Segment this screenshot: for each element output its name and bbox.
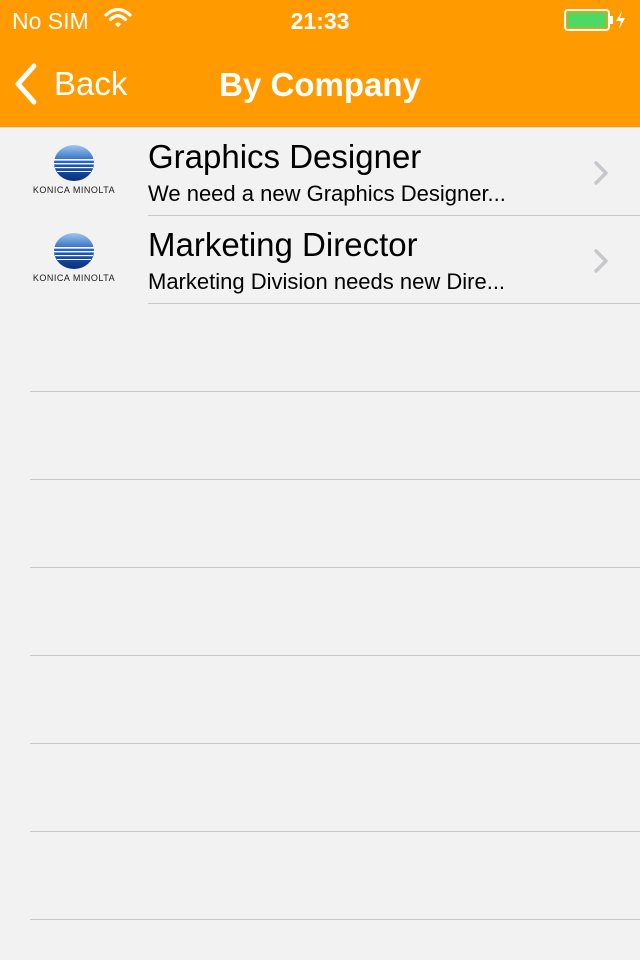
company-logo-text: KONICA MINOLTA [32,273,116,283]
company-logo-text: KONICA MINOLTA [32,185,116,195]
job-row-graphics-designer[interactable]: KONICA MINOLTA Graphics Designer We need… [0,128,640,216]
chevron-right-icon [594,161,608,185]
status-bar: No SIM 21:33 [0,0,640,40]
nav-bar: Back By Company [0,40,640,128]
empty-row [0,656,640,744]
clock: 21:33 [290,8,350,34]
chevron-right-icon [594,249,608,273]
empty-row [0,832,640,920]
job-subtitle: Marketing Division needs new Dire... [148,269,506,294]
page-title: By Company [219,66,421,103]
job-title: Graphics Designer [148,138,422,175]
konica-minolta-logo [54,233,94,269]
empty-row [0,568,640,656]
job-row-marketing-director[interactable]: KONICA MINOLTA Marketing Director Market… [0,216,640,304]
job-subtitle: We need a new Graphics Designer... [148,181,506,206]
empty-row [0,744,640,832]
empty-row [0,392,640,480]
company-logo: KONICA MINOLTA [28,232,120,288]
job-title: Marketing Director [148,226,418,263]
job-list: KONICA MINOLTA Graphics Designer We need… [0,128,640,920]
company-logo: KONICA MINOLTA [28,144,120,200]
row-divider [30,919,640,920]
konica-minolta-logo [54,145,94,181]
battery-charging-icon [564,9,625,31]
empty-row [0,480,640,568]
header: No SIM 21:33 Back By Company [0,0,640,128]
empty-row [0,304,640,392]
